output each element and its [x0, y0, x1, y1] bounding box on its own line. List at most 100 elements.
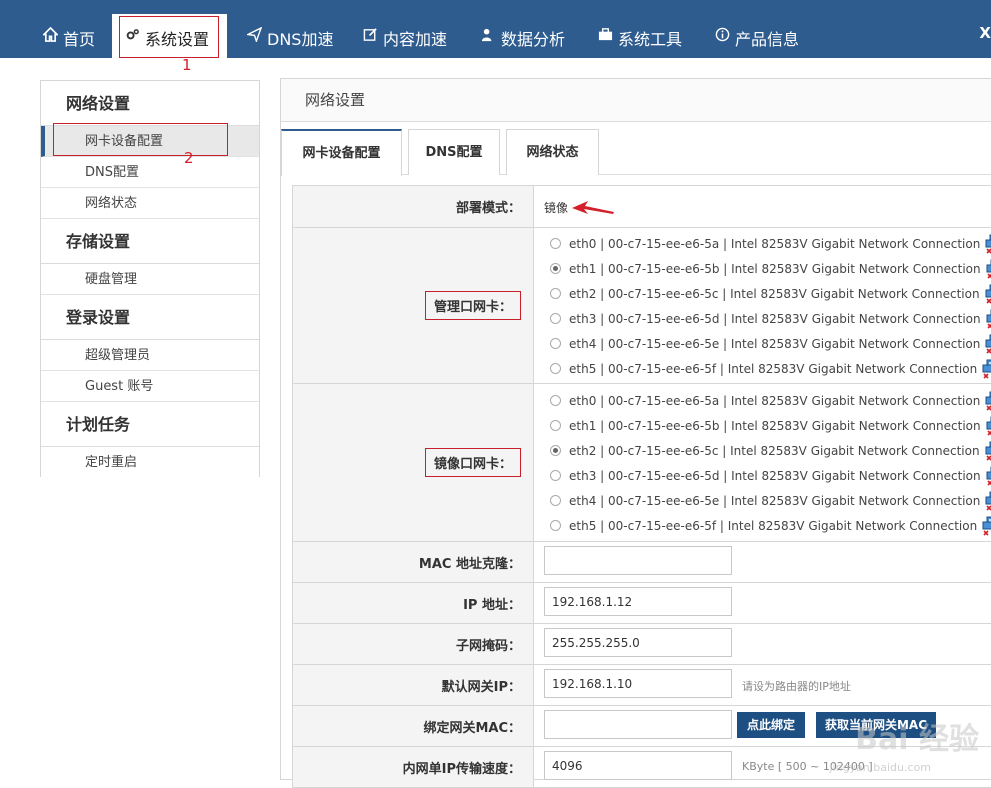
- nav-system-tools-label: 系统工具: [618, 26, 682, 50]
- sidebar-item-super-admin[interactable]: 超级管理员: [41, 340, 259, 371]
- nav-data-analysis[interactable]: 数据分析: [480, 14, 565, 58]
- user-chart-icon: [480, 26, 496, 42]
- mgmt-nic-option[interactable]: eth4 | 00-c7-15-ee-e6-5e | Intel 82583V …: [550, 331, 991, 356]
- home-icon: [42, 26, 58, 42]
- mirror-nic-option[interactable]: eth3 | 00-c7-15-ee-e6-5d | Intel 82583V …: [550, 463, 991, 488]
- paper-plane-icon: [246, 26, 262, 42]
- network-adapter-icon: [986, 416, 991, 436]
- mirror-nic-option[interactable]: eth2 | 00-c7-15-ee-e6-5c | Intel 82583V …: [550, 438, 991, 463]
- mirror-nic-label: eth5 | 00-c7-15-ee-e6-5f | Intel 82583V …: [569, 519, 977, 533]
- network-adapter-icon: [985, 284, 991, 304]
- ip-input[interactable]: [544, 587, 732, 616]
- network-adapter-icon: [986, 259, 991, 279]
- sidebar-item-network-status[interactable]: 网络状态: [41, 188, 259, 219]
- nav-product-info[interactable]: 产品信息: [714, 14, 799, 58]
- watermark-logo: Bai 经验: [855, 714, 979, 758]
- mirror-nic-label: 镜像口网卡：: [425, 448, 521, 477]
- gateway-label: 默认网关IP：: [293, 665, 534, 705]
- nav-content-accel[interactable]: 内容加速: [362, 14, 447, 58]
- row-deploy-mode: 部署模式： 镜像: [292, 186, 991, 228]
- sidebar-section-login[interactable]: 登录设置: [41, 295, 259, 340]
- bind-button[interactable]: 点此绑定: [737, 712, 805, 738]
- deploy-mode-cell: 镜像: [544, 186, 991, 227]
- mirror-nic-radio[interactable]: [550, 495, 561, 506]
- mirror-nic-option[interactable]: eth5 | 00-c7-15-ee-e6-5f | Intel 82583V …: [550, 513, 991, 538]
- mirror-nic-radio[interactable]: [550, 470, 561, 481]
- mgmt-nic-radio[interactable]: [550, 338, 561, 349]
- mgmt-nic-option[interactable]: eth2 | 00-c7-15-ee-e6-5c | Intel 82583V …: [550, 281, 991, 306]
- mirror-nic-radio[interactable]: [550, 520, 561, 531]
- sidebar-section-storage[interactable]: 存储设置: [41, 219, 259, 264]
- mgmt-nic-label: eth1 | 00-c7-15-ee-e6-5b | Intel 82583V …: [569, 262, 981, 276]
- mgmt-nic-label-cell: 管理口网卡：: [293, 228, 534, 383]
- mirror-nic-label: eth4 | 00-c7-15-ee-e6-5e | Intel 82583V …: [569, 494, 980, 508]
- annotation-arrow-icon: [572, 200, 614, 216]
- mgmt-nic-option[interactable]: eth3 | 00-c7-15-ee-e6-5d | Intel 82583V …: [550, 306, 991, 331]
- mgmt-nic-label: eth2 | 00-c7-15-ee-e6-5c | Intel 82583V …: [569, 287, 980, 301]
- deploy-mode-value: 镜像: [544, 199, 568, 216]
- mgmt-nic-option[interactable]: eth0 | 00-c7-15-ee-e6-5a | Intel 82583V …: [550, 231, 991, 256]
- mgmt-nic-option[interactable]: eth5 | 00-c7-15-ee-e6-5f | Intel 82583V …: [550, 356, 991, 381]
- network-adapter-icon: [985, 491, 991, 511]
- mgmt-nic-radio[interactable]: [550, 313, 561, 324]
- bind-mac-input[interactable]: [544, 710, 732, 739]
- network-adapter-icon: [985, 391, 991, 411]
- nav-home[interactable]: 首页: [42, 14, 95, 58]
- network-adapter-icon: [985, 334, 991, 354]
- mgmt-nic-radio[interactable]: [550, 263, 561, 274]
- network-adapter-icon: [986, 466, 991, 486]
- sidebar-item-disk-management[interactable]: 硬盘管理: [41, 264, 259, 295]
- mgmt-nic-radio[interactable]: [550, 238, 561, 249]
- mgmt-nic-label: eth0 | 00-c7-15-ee-e6-5a | Intel 82583V …: [569, 237, 980, 251]
- mirror-nic-label: eth0 | 00-c7-15-ee-e6-5a | Intel 82583V …: [569, 394, 980, 408]
- mgmt-nic-label: eth5 | 00-c7-15-ee-e6-5f | Intel 82583V …: [569, 362, 977, 376]
- sidebar-section-network[interactable]: 网络设置: [41, 81, 259, 126]
- network-adapter-icon: [982, 359, 991, 379]
- edit-icon: [362, 26, 378, 42]
- mirror-nic-option[interactable]: eth4 | 00-c7-15-ee-e6-5e | Intel 82583V …: [550, 488, 991, 513]
- nav-product-info-label: 产品信息: [735, 26, 799, 50]
- mgmt-nic-option[interactable]: eth1 | 00-c7-15-ee-e6-5b | Intel 82583V …: [550, 256, 991, 281]
- annotation-box-1: [119, 16, 219, 58]
- mirror-nic-option[interactable]: eth0 | 00-c7-15-ee-e6-5a | Intel 82583V …: [550, 388, 991, 413]
- info-icon: [714, 26, 730, 42]
- gateway-input[interactable]: [544, 669, 732, 698]
- tab-nic-config[interactable]: 网卡设备配置: [281, 129, 402, 176]
- nav-right-text[interactable]: X: [979, 24, 991, 42]
- mgmt-nic-radio[interactable]: [550, 288, 561, 299]
- mirror-nic-label-cell: 镜像口网卡：: [293, 384, 534, 541]
- nav-system-tools[interactable]: 系统工具: [597, 14, 682, 58]
- mac-clone-input[interactable]: [544, 546, 732, 575]
- tab-network-status[interactable]: 网络状态: [506, 129, 599, 175]
- sidebar-item-dns-config[interactable]: DNS配置: [41, 157, 259, 188]
- gateway-hint: 请设为路由器的IP地址: [742, 678, 851, 694]
- row-subnet-mask: 子网掩码：: [292, 624, 991, 665]
- annotation-box-2: [53, 123, 228, 156]
- mirror-nic-radio[interactable]: [550, 445, 561, 456]
- row-gateway: 默认网关IP： 请设为路由器的IP地址: [292, 665, 991, 706]
- network-adapter-icon: [985, 441, 991, 461]
- sidebar-item-scheduled-reboot[interactable]: 定时重启: [41, 447, 259, 478]
- mgmt-nic-list: eth0 | 00-c7-15-ee-e6-5a | Intel 82583V …: [544, 228, 991, 383]
- network-adapter-icon: [982, 516, 991, 536]
- mirror-nic-radio[interactable]: [550, 395, 561, 406]
- nav-dns-accel[interactable]: DNS加速: [246, 14, 333, 58]
- sidebar-section-scheduled-tasks[interactable]: 计划任务: [41, 402, 259, 447]
- mirror-nic-radio[interactable]: [550, 420, 561, 431]
- row-mac-clone: MAC 地址克隆：: [292, 542, 991, 583]
- nav-dns-accel-label: DNS加速: [267, 26, 333, 50]
- mgmt-nic-label: eth4 | 00-c7-15-ee-e6-5e | Intel 82583V …: [569, 337, 980, 351]
- tab-dns-config[interactable]: DNS配置: [408, 129, 500, 175]
- sidebar-item-guest-account[interactable]: Guest 账号: [41, 371, 259, 402]
- row-mgmt-nic: 管理口网卡： eth0 | 00-c7-15-ee-e6-5a | Intel …: [292, 228, 991, 384]
- ip-cell: [544, 583, 991, 623]
- briefcase-icon: [597, 26, 613, 42]
- network-adapter-icon: [985, 234, 991, 254]
- mirror-nic-label: eth1 | 00-c7-15-ee-e6-5b | Intel 82583V …: [569, 419, 981, 433]
- ip-speed-input[interactable]: [544, 751, 732, 780]
- nav-data-analysis-label: 数据分析: [501, 26, 565, 50]
- main-panel: 网络设置 网卡设备配置 DNS配置 网络状态 部署模式： 镜像 管理口网卡： e…: [280, 78, 991, 780]
- mirror-nic-option[interactable]: eth1 | 00-c7-15-ee-e6-5b | Intel 82583V …: [550, 413, 991, 438]
- subnet-mask-input[interactable]: [544, 628, 732, 657]
- mgmt-nic-radio[interactable]: [550, 363, 561, 374]
